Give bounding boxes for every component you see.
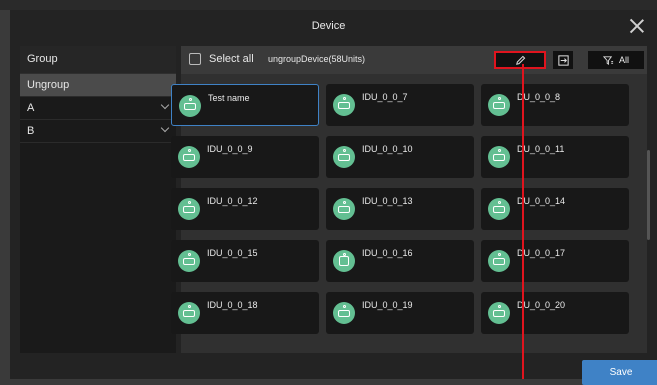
device-name: IDU_0_0_15 <box>207 248 258 258</box>
group-item-b[interactable]: B <box>20 120 176 143</box>
scrollbar[interactable] <box>647 150 650 240</box>
device-name: IDU_0_0_13 <box>362 196 413 206</box>
device-card[interactable]: IDU_0_0_18 <box>171 292 319 334</box>
device-card[interactable]: DU_0_0_20 <box>481 292 629 334</box>
indoor-unit-icon <box>333 94 355 116</box>
group-panel: Group Ungroup A B <box>20 46 176 353</box>
device-toolbar: Select all ungroupDevice(58Units) All <box>181 46 647 74</box>
indoor-unit-icon <box>488 250 510 272</box>
device-name: IDU_0_0_12 <box>207 196 258 206</box>
device-card[interactable]: IDU_0_0_19 <box>326 292 474 334</box>
select-all-label: Select all <box>209 53 254 65</box>
dialog-title: Device <box>311 20 346 32</box>
cassette-unit-icon <box>333 250 355 272</box>
indoor-unit-icon <box>488 146 510 168</box>
device-card[interactable]: IDU_0_0_10 <box>326 136 474 178</box>
indoor-unit-icon <box>488 94 510 116</box>
device-name: DU_0_0_14 <box>517 196 566 206</box>
group-item-label: Ungroup <box>27 79 70 91</box>
group-item-ungroup[interactable]: Ungroup <box>20 74 176 97</box>
group-item-label: A <box>27 102 35 114</box>
indoor-unit-icon <box>178 250 200 272</box>
indoor-unit-icon <box>179 95 201 117</box>
indoor-unit-icon <box>488 198 510 220</box>
device-card[interactable]: IDU_0_0_12 <box>171 188 319 230</box>
group-header: Group <box>20 46 176 74</box>
top-bar <box>0 0 657 10</box>
device-card[interactable]: Test name <box>171 84 319 126</box>
device-name: IDU_0_0_10 <box>362 144 413 154</box>
indoor-unit-icon <box>178 198 200 220</box>
device-name: IDU_0_0_19 <box>362 300 413 310</box>
chevron-down-icon <box>160 123 170 133</box>
indoor-unit-icon <box>178 146 200 168</box>
device-name: IDU_0_0_9 <box>207 144 253 154</box>
device-card[interactable]: DU_0_0_8 <box>481 84 629 126</box>
indoor-unit-icon <box>333 146 355 168</box>
filter-button[interactable]: All <box>588 51 644 69</box>
device-name: IDU_0_0_7 <box>362 92 408 102</box>
device-card[interactable]: DU_0_0_14 <box>481 188 629 230</box>
edit-button[interactable] <box>494 51 546 69</box>
annotation-line <box>522 64 524 379</box>
device-name: IDU_0_0_18 <box>207 300 258 310</box>
unit-count-label: ungroupDevice(58Units) <box>268 54 366 64</box>
device-card[interactable]: IDU_0_0_16 <box>326 240 474 282</box>
device-card[interactable]: IDU_0_0_9 <box>171 136 319 178</box>
device-card[interactable]: IDU_0_0_15 <box>171 240 319 282</box>
device-name: IDU_0_0_16 <box>362 248 413 258</box>
save-button[interactable]: Save <box>582 360 657 385</box>
chevron-down-icon <box>160 100 170 110</box>
device-name: DU_0_0_11 <box>517 144 565 154</box>
device-card[interactable]: DU_0_0_17 <box>481 240 629 282</box>
indoor-unit-icon <box>178 302 200 324</box>
indoor-unit-icon <box>333 198 355 220</box>
device-card[interactable]: IDU_0_0_7 <box>326 84 474 126</box>
device-name: DU_0_0_20 <box>517 300 566 310</box>
indoor-unit-icon <box>488 302 510 324</box>
device-name: DU_0_0_17 <box>517 248 566 258</box>
select-all-checkbox[interactable] <box>189 53 201 65</box>
device-card[interactable]: IDU_0_0_13 <box>326 188 474 230</box>
indoor-unit-icon <box>333 302 355 324</box>
device-name: Test name <box>208 93 250 103</box>
export-button[interactable] <box>553 51 573 69</box>
device-card[interactable]: DU_0_0_11 <box>481 136 629 178</box>
export-icon <box>557 54 569 66</box>
group-item-a[interactable]: A <box>20 97 176 120</box>
pencil-icon <box>515 55 525 65</box>
filter-icon <box>602 55 614 65</box>
group-item-label: B <box>27 125 35 137</box>
filter-label: All <box>618 55 629 65</box>
close-icon[interactable] <box>629 18 645 34</box>
